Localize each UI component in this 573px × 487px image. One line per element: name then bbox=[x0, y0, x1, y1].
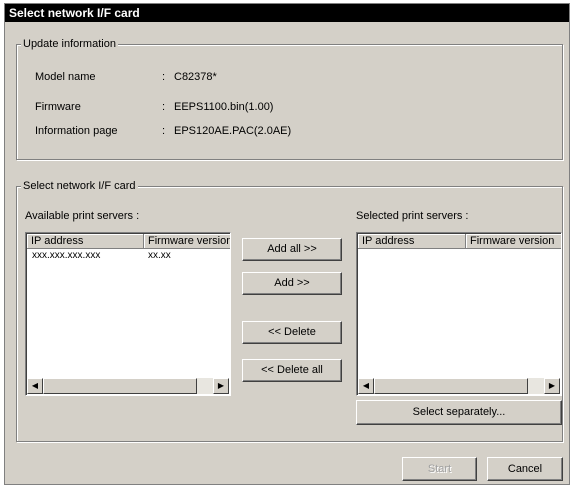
row-firmware-cell: xx.xx bbox=[148, 250, 171, 261]
dialog-title: Select network I/F card bbox=[5, 4, 569, 22]
firmware-value: EEPS1100.bin(1.00) bbox=[174, 101, 274, 113]
model-name-label: Model name bbox=[35, 71, 96, 83]
add-button[interactable]: Add >> bbox=[242, 272, 342, 295]
firmware-sep: : bbox=[162, 101, 166, 113]
update-info-group bbox=[16, 44, 563, 160]
selected-servers-list[interactable]: IP address Firmware version ◀ ▶ bbox=[356, 232, 562, 396]
scroll-thumb[interactable] bbox=[374, 378, 528, 394]
scroll-left-button[interactable]: ◀ bbox=[358, 378, 374, 394]
scroll-right-button[interactable]: ▶ bbox=[544, 378, 560, 394]
scroll-right-button[interactable]: ▶ bbox=[213, 378, 229, 394]
selected-col-ip[interactable]: IP address bbox=[358, 234, 466, 249]
available-col-ip[interactable]: IP address bbox=[27, 234, 144, 249]
update-info-legend: Update information bbox=[21, 38, 118, 51]
card-select-legend: Select network I/F card bbox=[21, 180, 138, 193]
scroll-left-button[interactable]: ◀ bbox=[27, 378, 43, 394]
info-page-label: Information page bbox=[35, 125, 118, 137]
info-page-sep: : bbox=[162, 125, 166, 137]
available-hscrollbar[interactable]: ◀ ▶ bbox=[27, 378, 229, 394]
info-page-value: EPS120AE.PAC(2.0AE) bbox=[174, 125, 292, 137]
cancel-button[interactable]: Cancel bbox=[487, 457, 563, 481]
firmware-label: Firmware bbox=[35, 101, 81, 113]
select-card-dialog: Select network I/F card Update informati… bbox=[4, 3, 570, 485]
model-name-sep: : bbox=[162, 71, 166, 83]
selected-servers-label: Selected print servers : bbox=[356, 210, 469, 222]
selected-col-firmware[interactable]: Firmware version bbox=[466, 234, 561, 249]
delete-all-button[interactable]: << Delete all bbox=[242, 359, 342, 382]
table-row[interactable]: xxx.xxx.xxx.xxx xx.xx bbox=[27, 250, 229, 262]
select-separately-button[interactable]: Select separately... bbox=[356, 400, 562, 425]
delete-button[interactable]: << Delete bbox=[242, 321, 342, 344]
available-servers-list[interactable]: IP address Firmware version xxx.xxx.xxx.… bbox=[25, 232, 231, 396]
add-all-button[interactable]: Add all >> bbox=[242, 238, 342, 261]
scroll-thumb[interactable] bbox=[43, 378, 197, 394]
row-ip-cell: xxx.xxx.xxx.xxx bbox=[32, 250, 101, 261]
available-col-firmware[interactable]: Firmware version bbox=[144, 234, 230, 249]
available-servers-label: Available print servers : bbox=[25, 210, 140, 222]
selected-hscrollbar[interactable]: ◀ ▶ bbox=[358, 378, 560, 394]
start-button[interactable]: Start bbox=[402, 457, 477, 481]
model-name-value: C82378* bbox=[174, 71, 217, 83]
